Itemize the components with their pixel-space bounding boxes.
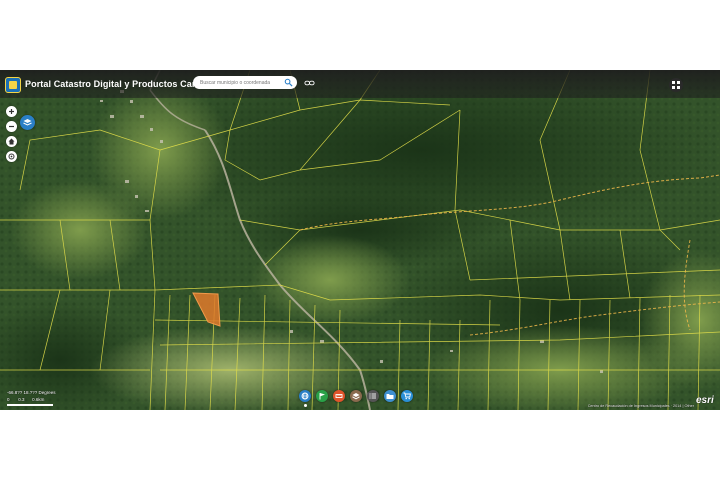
measure-button[interactable] <box>333 390 345 402</box>
map-view[interactable]: Portal Catastro Digital y Productos Cart… <box>0 70 720 410</box>
active-indicator <box>304 404 307 407</box>
zoom-in-button[interactable] <box>6 106 17 117</box>
scale-bar <box>7 404 53 406</box>
locate-button[interactable] <box>6 151 17 162</box>
ruler-icon <box>335 394 343 398</box>
coordinate-panel: -66.8?? 18.??? Degrees 0 0.3 0.6km <box>4 388 58 407</box>
basemap-gallery-button[interactable] <box>299 390 311 407</box>
satellite-map[interactable] <box>0 70 720 410</box>
cart-button[interactable] <box>401 390 413 402</box>
home-button[interactable] <box>6 136 17 147</box>
folder-icon <box>386 394 394 399</box>
minus-icon <box>9 125 14 128</box>
layers-button[interactable] <box>350 390 362 402</box>
search-box[interactable] <box>193 76 297 89</box>
flag-icon <box>319 393 325 400</box>
list-icon <box>369 393 376 399</box>
search-input[interactable] <box>200 78 280 87</box>
cart-icon <box>403 392 411 400</box>
map-attribution: Centro de Recaudación de Ingresos Munici… <box>587 404 694 408</box>
scale-labels: 0 0.3 0.6km <box>7 397 44 402</box>
legend-button[interactable] <box>367 390 379 402</box>
print-button[interactable] <box>384 390 396 402</box>
target-icon <box>8 153 15 160</box>
grid-icon <box>672 81 680 89</box>
globe-icon <box>301 392 309 400</box>
catastro-logo[interactable] <box>5 77 21 93</box>
layers-icon <box>352 393 360 400</box>
scale-label-1: 0.3 <box>18 397 25 402</box>
coordinate-readout: -66.8?? 18.??? Degrees <box>7 390 56 395</box>
zoom-out-button[interactable] <box>6 121 17 132</box>
search-icon[interactable] <box>284 78 293 87</box>
app-header: Portal Catastro Digital y Productos Cart… <box>0 70 720 98</box>
basemap-button[interactable] <box>20 115 35 130</box>
home-icon <box>8 138 15 145</box>
bookmarks-button[interactable] <box>316 390 328 402</box>
scale-label-0: 0 <box>7 397 10 402</box>
esri-logo[interactable]: esri <box>696 390 716 408</box>
esri-wordmark: esri <box>696 395 714 406</box>
layers-icon <box>23 119 32 126</box>
widget-toolbar <box>297 388 419 407</box>
plus-icon <box>9 109 14 114</box>
apps-button[interactable] <box>669 78 683 92</box>
link-icon[interactable] <box>304 79 315 87</box>
scale-label-2: 0.6km <box>32 397 45 402</box>
